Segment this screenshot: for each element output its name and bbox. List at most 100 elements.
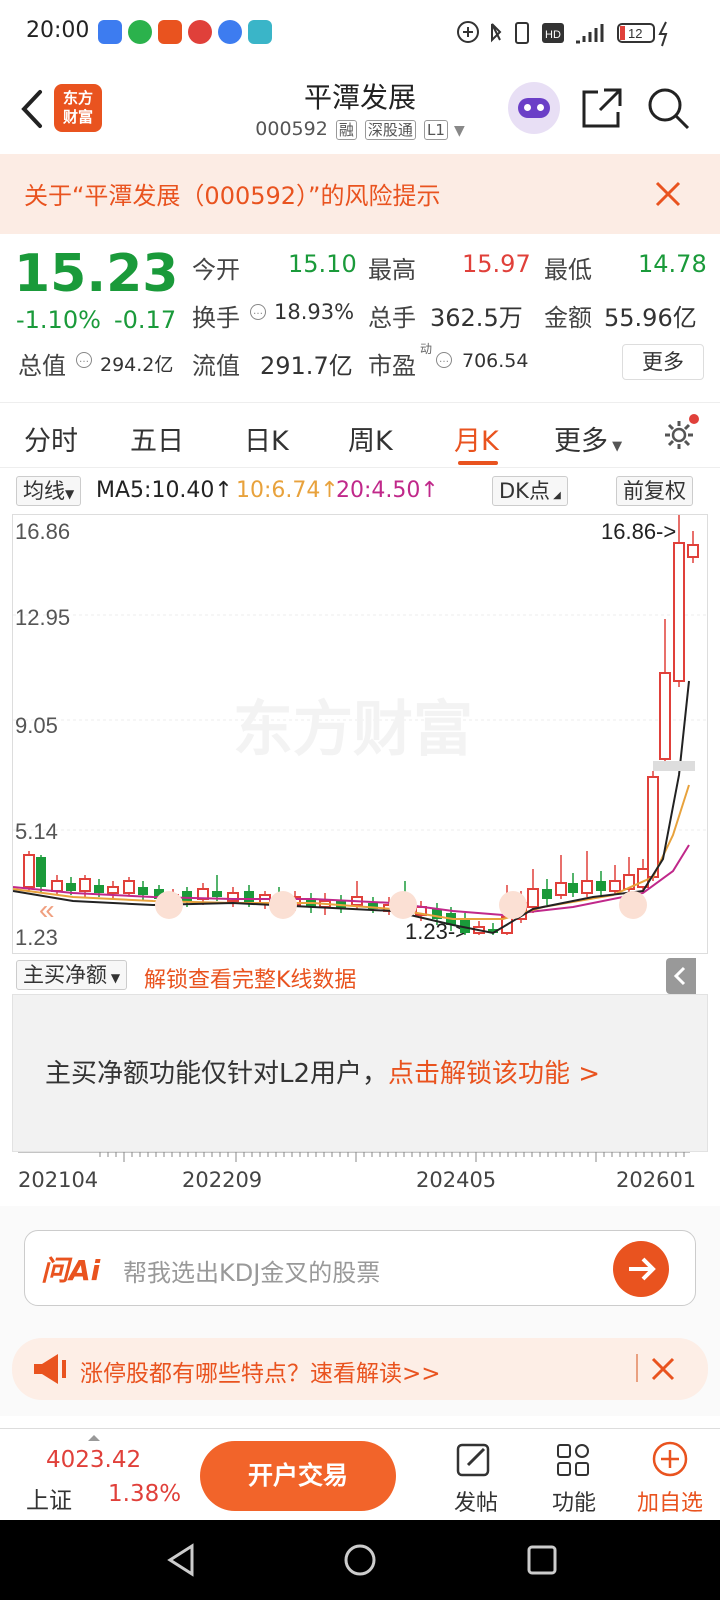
chevron-up-icon[interactable] [86,1433,102,1443]
nav-back-icon[interactable] [164,1542,200,1578]
tab-five-day[interactable]: 五日 [130,419,184,458]
system-nav-bar [0,1520,720,1600]
nav-recents-icon[interactable] [524,1542,560,1578]
risk-warning-banner[interactable]: 关于“平潭发展（000592）”的风险提示 [0,154,720,234]
svg-text:HD: HD [545,29,561,41]
close-icon[interactable] [650,1356,676,1382]
change-percent: -1.10% [16,306,101,334]
index-name[interactable]: 上证 [26,1481,72,1515]
low-label: 最低 [544,256,592,284]
max-price-label: 16.86-> [601,519,676,544]
settings-gear-icon[interactable] [660,413,700,453]
app-notification-icon [158,20,182,44]
x-tick-label: 202104 [18,1168,99,1192]
tag-level: L1 [423,120,448,140]
adjust-button[interactable]: 前复权 [616,476,693,506]
open-account-trade-button[interactable]: 开户交易 [200,1441,396,1511]
main-buy-select[interactable]: 主买净额 ▼ [16,960,128,990]
tab-more[interactable]: 更多 ▼ [554,419,622,458]
robot-assistant-icon[interactable] [508,82,560,134]
chart-toolbar: 均线▼ MA5:10.40↑ 10:6.74↑ 20:4.50↑ DK点 ◢ 前… [0,474,720,510]
candle-body [79,878,91,892]
tab-weekly-k[interactable]: 周K [348,419,393,458]
promo-notice[interactable]: 涨停股都有哪些特点？速看解读>> [12,1338,708,1400]
x-axis: 202104 202209 202405 202601 [0,1152,720,1202]
float-cap-label: 流值 [192,352,240,380]
tab-intraday[interactable]: 分时 [24,419,78,458]
info-icon[interactable]: … [250,304,266,320]
candle-body [542,889,552,899]
candle-body [568,883,578,893]
open-value: 15.10 [288,250,357,278]
system-status-icons: HD 12 [457,21,668,47]
ai-submit-button[interactable] [613,1241,669,1297]
candle-body [107,886,119,894]
bottom-bar: 4023.42 上证 1.38% 开户交易 发帖 功能 加自选 [0,1428,720,1520]
chevron-down-icon: ▼ [608,439,623,454]
event-marker-icon[interactable] [389,891,417,919]
index-value[interactable]: 4023.42 [46,1447,141,1473]
event-marker-icon[interactable] [499,891,527,919]
functions-button[interactable]: 功能 [546,1437,602,1517]
chevron-down-icon: ▼ [65,487,75,501]
turnover-value: 18.93% [274,300,355,324]
more-button[interactable]: 更多 [622,344,704,380]
info-icon[interactable]: … [436,352,452,368]
event-marker-icon[interactable] [619,891,647,919]
nav-home-icon[interactable] [342,1542,378,1578]
x-tick-label: 202405 [416,1168,497,1192]
unlock-link[interactable]: 解锁查看完整K线数据 [144,962,356,994]
pe-dynamic-sup: 动 [420,342,433,356]
megaphone-icon [34,1354,66,1384]
candle-body [138,887,148,895]
event-marker-icon[interactable] [155,891,183,919]
tag-margin: 融 [335,120,357,140]
candle-body [244,891,254,903]
candle-body [659,672,671,760]
unlock-feature-link[interactable]: 点击解锁该功能 > [388,1059,600,1089]
status-time: 20:00 [26,18,90,43]
candle-body [555,882,567,896]
candle-body [596,881,606,891]
close-icon[interactable] [654,180,682,208]
battery-level: 12 [628,26,642,41]
double-chevron-left-icon[interactable]: « [39,894,55,925]
dk-point-button[interactable]: DK点 ◢ [492,476,568,506]
app-notification-icon [188,20,212,44]
stock-code: 000592 [255,118,328,140]
wechat-icon [128,20,152,44]
quote-panel: 15.23 -1.10% -0.17 今开 15.10 最高 15.97 最低 … [0,234,720,400]
search-icon[interactable] [646,86,692,132]
grid-apps-icon [557,1444,589,1476]
current-price: 15.23 [14,244,179,304]
kline-chart[interactable]: 东方财富 16.86 12.95 9.05 5.14 1.23 16.86-> … [12,514,709,954]
indicator-select[interactable]: 均线▼ [16,476,82,506]
y-tick-label: 16.86 [15,519,70,544]
tab-monthly-k[interactable]: 月K [454,419,499,458]
candle-body [687,544,699,558]
index-change[interactable]: 1.38% [108,1481,181,1507]
high-label: 最高 [368,256,416,284]
collapse-panel-button[interactable] [666,958,696,994]
turnover-label: 换手 [192,304,240,332]
y-tick-label: 5.14 [15,819,58,844]
y-tick-label: 1.23 [15,925,58,950]
share-icon[interactable] [580,86,624,130]
info-icon[interactable]: … [76,352,92,368]
ma20-value: 20:4.50↑ [336,478,439,503]
x-tick-label: 202601 [616,1168,697,1192]
tab-daily-k[interactable]: 日K [244,419,289,458]
event-marker-icon[interactable] [269,891,297,919]
post-button[interactable]: 发帖 [448,1437,504,1517]
volume-label: 总手 [368,304,416,332]
add-watchlist-button[interactable]: 加自选 [632,1437,708,1517]
change-value: -0.17 [114,306,177,334]
ai-search-box[interactable]: 问Ai 帮我选出KDJ金叉的股票 [24,1230,696,1306]
plus-circle-icon [652,1441,688,1477]
edit-post-icon [456,1443,490,1477]
candle-body [527,888,539,908]
ma10-value: 10:6.74↑ [236,478,339,503]
chevron-down-icon[interactable]: ▼ [454,123,465,139]
watermark: 东方财富 [233,696,473,763]
back-arrow-icon[interactable] [14,84,54,134]
